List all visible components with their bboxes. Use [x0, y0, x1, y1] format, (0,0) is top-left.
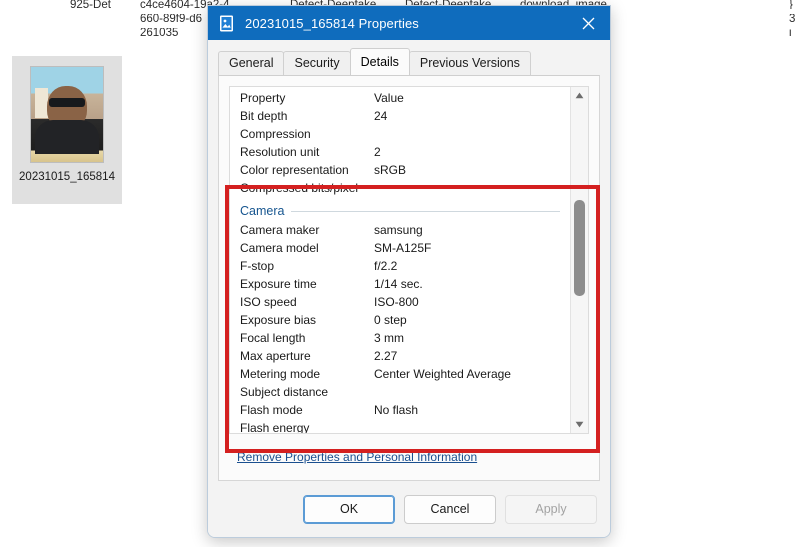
property-name: Camera model	[240, 241, 319, 255]
dialog-button-bar: OK Cancel Apply	[208, 481, 610, 537]
property-name: Compressed bits/pixel	[240, 181, 359, 195]
property-name: Focal length	[240, 331, 306, 345]
property-name: Color representation	[240, 163, 349, 177]
property-value: 2	[374, 145, 381, 159]
property-value	[374, 125, 570, 143]
property-value: 2.27	[374, 349, 398, 363]
background-label: 261035	[140, 28, 179, 37]
property-name: Flash energy	[240, 421, 310, 433]
property-name: Compression	[240, 127, 311, 141]
property-list[interactable]: Property Value Bit depth 24 Compression Res…	[230, 87, 570, 433]
dialog-tabstrip: General Security Details Previous Versions	[208, 48, 610, 75]
property-name: ISO speed	[240, 295, 297, 309]
tab-details[interactable]: Details	[349, 48, 410, 75]
ok-button[interactable]: OK	[303, 494, 395, 524]
group-header-label: Camera	[240, 204, 285, 218]
tab-general[interactable]: General	[218, 51, 285, 75]
property-value: 3 mm	[374, 331, 404, 345]
desktop-file-tile[interactable]: 20231015_165814	[12, 56, 122, 204]
scrollbar-thumb[interactable]	[574, 200, 585, 296]
image-file-icon	[219, 15, 236, 32]
property-value: 24	[374, 109, 388, 123]
property-row[interactable]: Camera model SM-A125F	[230, 239, 570, 257]
property-rows-image: Bit depth 24 Compression Resolution unit 2 Co…	[230, 107, 570, 197]
scroll-down-arrow-icon[interactable]	[571, 416, 588, 433]
property-row[interactable]: Exposure time 1/14 sec.	[230, 275, 570, 293]
property-value: No flash	[374, 403, 419, 417]
background-label: }	[789, 0, 793, 9]
group-header-camera: Camera	[230, 201, 570, 221]
property-value: Center Weighted Average	[374, 367, 511, 381]
property-value: ISO-800	[374, 295, 419, 309]
cancel-button[interactable]: Cancel	[404, 494, 496, 524]
property-name: Metering mode	[240, 367, 321, 381]
property-row[interactable]: Color representation sRGB	[230, 161, 570, 179]
property-value: samsung	[374, 223, 423, 237]
property-name: Max aperture	[240, 349, 311, 363]
remove-properties-link[interactable]: Remove Properties and Personal Informati…	[237, 450, 477, 464]
details-tab-panel: Property Value Bit depth 24 Compression Res…	[218, 75, 600, 481]
remove-properties-area: Remove Properties and Personal Informati…	[219, 434, 599, 480]
close-icon[interactable]	[566, 6, 610, 40]
property-row[interactable]: F-stop f/2.2	[230, 257, 570, 275]
background-label: 660-89f9-d6	[140, 14, 203, 23]
property-name: F-stop	[240, 259, 275, 273]
property-list-container: Property Value Bit depth 24 Compression Res…	[229, 86, 589, 434]
property-value: 0 step	[374, 313, 407, 327]
property-row[interactable]: Flash energy	[230, 419, 570, 433]
scrollbar-track[interactable]	[571, 104, 588, 416]
column-header-property: Property	[240, 91, 286, 105]
property-value: f/2.2	[374, 259, 398, 273]
property-name: Subject distance	[240, 385, 329, 399]
property-name: Flash mode	[240, 403, 303, 417]
property-value	[374, 179, 570, 197]
property-value: 1/14 sec.	[374, 277, 423, 291]
group-header-rule	[291, 210, 560, 212]
file-tile-label: 20231015_165814	[19, 171, 115, 183]
scroll-up-arrow-icon[interactable]	[571, 87, 588, 104]
property-row[interactable]: Max aperture 2.27	[230, 347, 570, 365]
property-row[interactable]: ISO speed ISO-800	[230, 293, 570, 311]
background-label: 3	[789, 14, 796, 23]
property-list-scrollbar[interactable]	[570, 87, 588, 433]
properties-dialog: 20231015_165814 Properties General Securi…	[207, 5, 611, 538]
property-row[interactable]: Metering mode Center Weighted Average	[230, 365, 570, 383]
tab-previous-versions[interactable]: Previous Versions	[408, 51, 531, 75]
property-name: Bit depth	[240, 109, 288, 123]
property-value: sRGB	[374, 163, 407, 177]
property-name: Exposure bias	[240, 313, 317, 327]
property-value: SM-A125F	[374, 241, 432, 255]
background-label: i	[789, 28, 792, 37]
tab-security[interactable]: Security	[283, 51, 351, 75]
dialog-titlebar: 20231015_165814 Properties	[208, 6, 610, 40]
property-row[interactable]: Compressed bits/pixel	[230, 179, 570, 197]
property-value	[374, 419, 570, 433]
property-row[interactable]: Bit depth 24	[230, 107, 570, 125]
column-header-value: Value	[374, 91, 404, 105]
property-name: Resolution unit	[240, 145, 320, 159]
property-row[interactable]: Resolution unit 2	[230, 143, 570, 161]
photo-thumbnail	[30, 66, 104, 163]
property-list-header: Property Value	[230, 89, 570, 107]
property-row[interactable]: Flash mode No flash	[230, 401, 570, 419]
property-value	[374, 383, 570, 401]
property-row[interactable]: Focal length 3 mm	[230, 329, 570, 347]
property-rows-camera: Camera maker samsung Camera model SM-A125F F…	[230, 221, 570, 433]
property-name: Camera maker	[240, 223, 320, 237]
property-row[interactable]: Compression	[230, 125, 570, 143]
background-label: 925-Det	[70, 0, 111, 9]
property-name: Exposure time	[240, 277, 317, 291]
property-row[interactable]: Camera maker samsung	[230, 221, 570, 239]
dialog-title: 20231015_165814 Properties	[245, 15, 419, 31]
property-row[interactable]: Exposure bias 0 step	[230, 311, 570, 329]
apply-button: Apply	[505, 494, 597, 524]
property-row[interactable]: Subject distance	[230, 383, 570, 401]
